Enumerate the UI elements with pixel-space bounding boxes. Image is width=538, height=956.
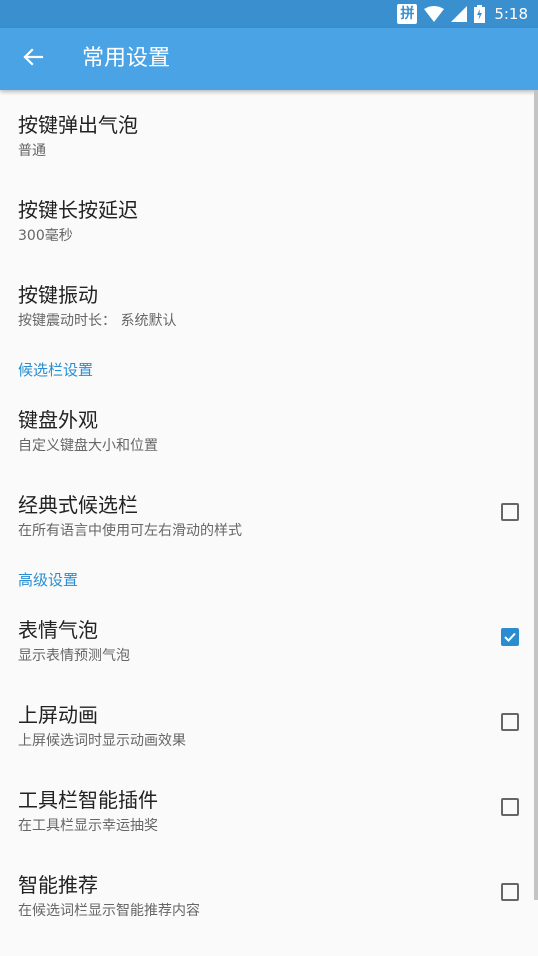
setting-title: 智能推荐 [18,873,98,897]
setting-long-press-delay[interactable]: 按键长按延迟 300毫秒 [0,175,538,260]
checkbox[interactable] [501,628,519,646]
checkbox[interactable] [501,798,519,816]
setting-title: 表情气泡 [18,618,98,642]
setting-classic-candidate-bar[interactable]: 经典式候选栏 在所有语言中使用可左右滑动的样式 [0,470,538,555]
status-icons: 拼 5:18 [397,0,528,28]
setting-smart-recommend[interactable]: 智能推荐 在候选词栏显示智能推荐内容 [0,850,538,935]
setting-subtitle: 上屏候选词时显示动画效果 [18,733,186,749]
setting-keyboard-appearance[interactable]: 键盘外观 自定义键盘大小和位置 [0,385,538,470]
signal-icon [451,6,468,22]
setting-subtitle: 300毫秒 [18,228,73,244]
setting-key-popup[interactable]: 按键弹出气泡 普通 [0,90,538,175]
setting-subtitle: 在候选词栏显示智能推荐内容 [18,903,200,919]
checkbox[interactable] [501,883,519,901]
setting-title: 按键振动 [18,283,98,307]
setting-key-vibration[interactable]: 按键振动 按键震动时长： 系统默认 [0,260,538,345]
checkbox[interactable] [501,713,519,731]
setting-subtitle: 在工具栏显示幸运抽奖 [18,818,158,834]
setting-title: 上屏动画 [18,703,98,727]
clock: 5:18 [494,5,528,23]
ime-indicator: 拼 [397,4,418,24]
setting-subtitle: 按键震动时长： 系统默认 [18,313,177,329]
scrollbar[interactable] [534,90,538,900]
battery-icon [474,5,486,23]
arrow-left-icon[interactable] [18,42,48,72]
setting-title: 经典式候选栏 [18,493,138,517]
setting-title: 按键弹出气泡 [18,113,138,137]
checkbox[interactable] [501,503,519,521]
setting-subtitle: 普通 [18,143,46,159]
status-bar: 拼 5:18 [0,0,538,28]
app-bar: 常用设置 [0,28,538,90]
setting-title: 键盘外观 [18,408,98,432]
setting-subtitle: 自定义键盘大小和位置 [18,438,158,454]
page-title: 常用设置 [82,46,171,71]
section-header-candidate: 候选栏设置 [0,345,538,385]
setting-title: 按键长按延迟 [18,198,138,222]
checkmark-icon [504,632,516,642]
setting-subtitle: 在所有语言中使用可左右滑动的样式 [18,523,242,539]
section-header-advanced: 高级设置 [0,555,538,595]
setting-commit-animation[interactable]: 上屏动画 上屏候选词时显示动画效果 [0,680,538,765]
setting-toolbar-smart-plugin[interactable]: 工具栏智能插件 在工具栏显示幸运抽奖 [0,765,538,850]
setting-title: 工具栏智能插件 [18,788,158,812]
setting-emoji-bubble[interactable]: 表情气泡 显示表情预测气泡 [0,595,538,680]
section-label: 候选栏设置 [18,361,94,379]
settings-list: 按键弹出气泡 普通 按键长按延迟 300毫秒 按键振动 按键震动时长： 系统默认… [0,90,538,935]
section-label: 高级设置 [18,571,79,589]
wifi-icon [424,6,445,22]
setting-subtitle: 显示表情预测气泡 [18,648,130,664]
